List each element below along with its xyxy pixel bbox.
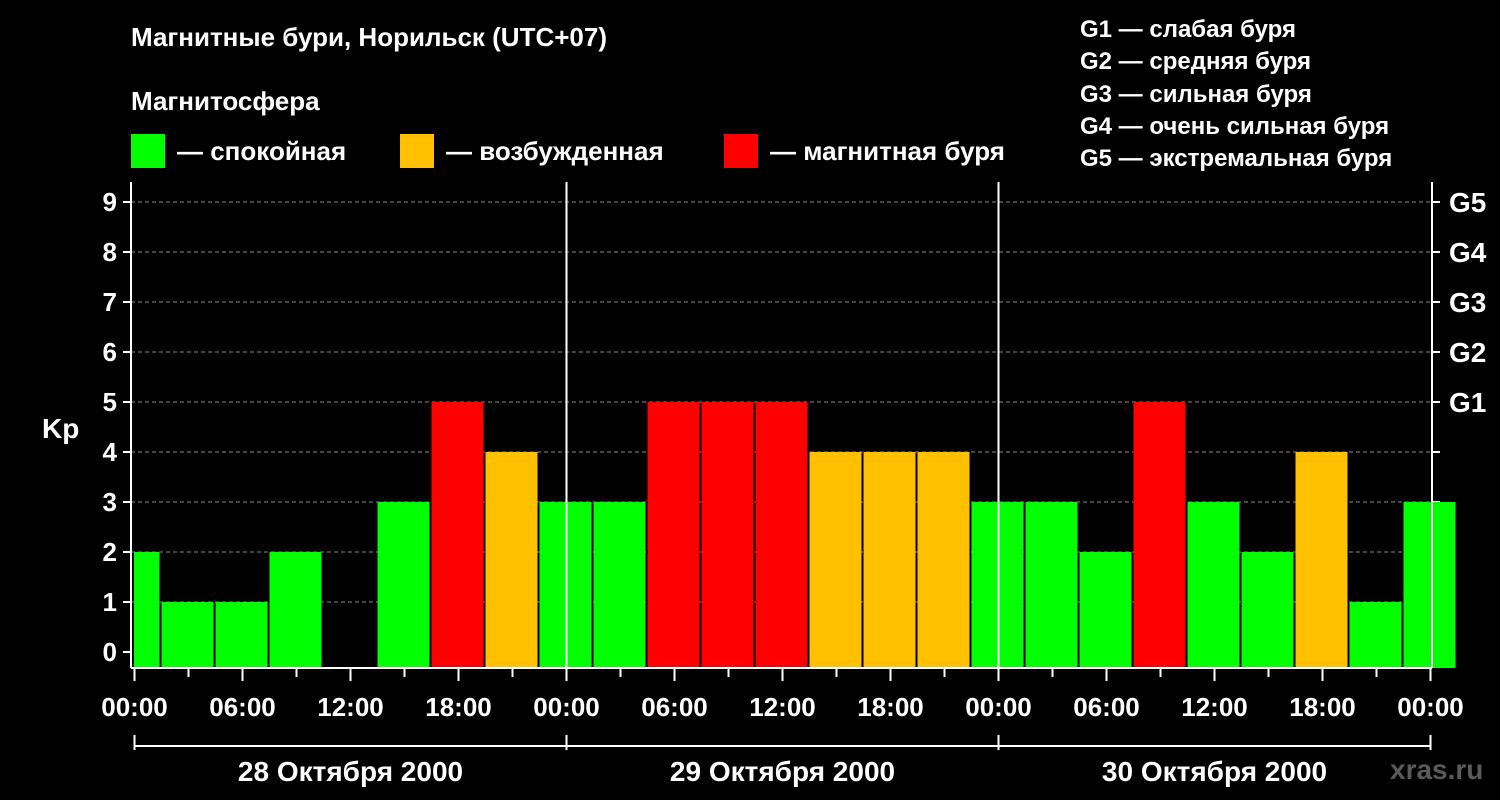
g-scale-tick-label: G2 (1449, 337, 1486, 368)
y-tick-label: 2 (103, 537, 117, 567)
kp-bar (1403, 502, 1456, 668)
x-tick-label: 12:00 (1181, 692, 1248, 722)
kp-bar (593, 502, 646, 668)
x-tick-label: 00:00 (101, 692, 168, 722)
kp-bar (269, 552, 322, 668)
kp-bar (701, 402, 754, 668)
y-tick-label: 0 (103, 637, 117, 667)
x-tick-label: 06:00 (641, 692, 708, 722)
kp-bar (863, 452, 916, 668)
y-tick-label: 1 (103, 587, 117, 617)
g-scale-tick-label: G5 (1449, 187, 1486, 218)
kp-bar (1079, 552, 1132, 668)
kp-bar (161, 602, 214, 668)
kp-bar (809, 452, 862, 668)
kp-bar (1133, 402, 1186, 668)
kp-bar-chart: 0 1 2 3 4 5 6 7 8 9 G1 G2 G3 G4 G5 Kp 00:00 06:00 12:00 18:… (42, 182, 1487, 787)
x-tick-label: 00:00 (965, 692, 1032, 722)
x-tick-label: 00:00 (1397, 692, 1464, 722)
x-tick-label: 06:00 (1073, 692, 1140, 722)
kp-bar (755, 402, 808, 668)
x-tick-label: 00:00 (533, 692, 600, 722)
kp-bar (377, 502, 430, 668)
y-tick-label: 8 (103, 237, 117, 267)
y-tick-label: 9 (103, 187, 117, 217)
y-axis-label: Kp (42, 413, 79, 444)
x-tick-label: 12:00 (317, 692, 384, 722)
kp-bar (134, 552, 160, 668)
x-tick-label: 18:00 (1289, 692, 1356, 722)
kp-bar (1349, 602, 1402, 668)
g-scale-tick-label: G4 (1449, 237, 1487, 268)
x-tick-label: 06:00 (209, 692, 276, 722)
g-scale-tick-label: G1 (1449, 387, 1486, 418)
day-label: 28 Октября 2000 (238, 756, 463, 787)
x-tick-label: 18:00 (857, 692, 924, 722)
kp-bar (917, 452, 970, 668)
day-label: 30 Октября 2000 (1102, 756, 1327, 787)
watermark: xras.ru (1390, 754, 1484, 785)
kp-bar (485, 452, 538, 668)
kp-bar (431, 402, 484, 668)
y-tick-label: 3 (103, 487, 117, 517)
x-tick-label: 12:00 (749, 692, 816, 722)
kp-bar (1295, 452, 1348, 668)
kp-bar (1025, 502, 1078, 668)
kp-bar (647, 402, 700, 668)
kp-bar (1187, 502, 1240, 668)
y-tick-label: 7 (103, 287, 117, 317)
kp-bar (1241, 552, 1294, 668)
kp-bar (215, 602, 268, 668)
day-label: 29 Октября 2000 (670, 756, 895, 787)
y-tick-label: 5 (103, 387, 117, 417)
y-tick-label: 6 (103, 337, 117, 367)
y-tick-label: 4 (103, 437, 118, 467)
x-tick-label: 18:00 (425, 692, 492, 722)
g-scale-tick-label: G3 (1449, 287, 1486, 318)
